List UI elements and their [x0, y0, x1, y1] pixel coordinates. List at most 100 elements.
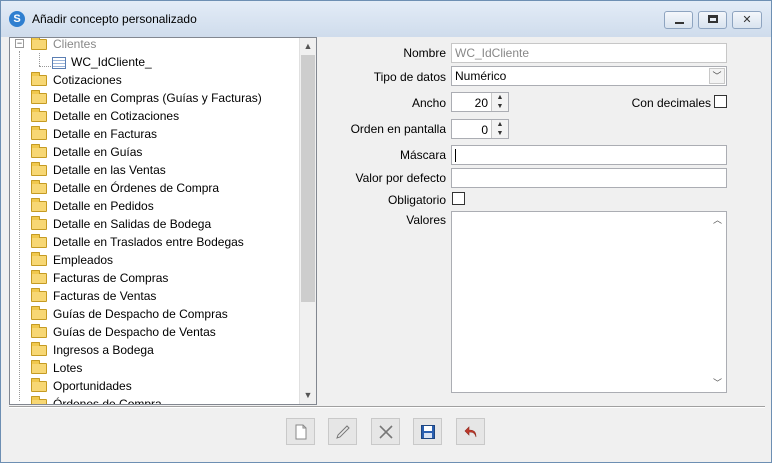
valor-defecto-field[interactable] — [451, 168, 727, 188]
entity-tree[interactable]: − Clientes WC_IdCliente_ Cotizaciones De… — [9, 37, 317, 405]
collapse-icon[interactable]: − — [15, 39, 24, 48]
folder-icon — [31, 180, 47, 194]
tree-item[interactable]: Detalle en Guías — [10, 143, 300, 161]
valores-textarea[interactable]: ︿ ﹀ — [451, 211, 727, 393]
tree-scrollbar[interactable]: ▲ ▼ — [299, 38, 316, 404]
minimize-button[interactable] — [664, 11, 693, 29]
title-bar[interactable]: S Añadir concepto personalizado ✕ — [1, 1, 771, 37]
minimize-icon — [675, 22, 684, 24]
new-icon — [295, 424, 307, 440]
tree-item[interactable]: Detalle en Órdenes de Compra — [10, 179, 300, 197]
tree-item[interactable]: Lotes — [10, 359, 300, 377]
tree-item[interactable]: Detalle en Salidas de Bodega — [10, 215, 300, 233]
tree-item-label: Facturas de Ventas — [53, 289, 157, 303]
tree-item-label: Detalle en Compras (Guías y Facturas) — [53, 91, 262, 105]
save-button[interactable] — [413, 418, 442, 445]
undo-button[interactable] — [456, 418, 485, 445]
tree-item-field[interactable]: WC_IdCliente_ — [10, 53, 300, 71]
tree-item[interactable]: Facturas de Ventas — [10, 287, 300, 305]
tree-item-clientes[interactable]: − Clientes — [10, 37, 300, 53]
maximize-icon — [708, 15, 718, 23]
tree-item[interactable]: Facturas de Compras — [10, 269, 300, 287]
tree-item[interactable]: Detalle en Compras (Guías y Facturas) — [10, 89, 300, 107]
tree-item[interactable]: Empleados — [10, 251, 300, 269]
tree-item-label: Oportunidades — [53, 379, 132, 393]
stepper-buttons: ▲ ▼ — [491, 120, 508, 138]
tree-item[interactable]: Oportunidades — [10, 377, 300, 395]
folder-icon — [31, 144, 47, 158]
folder-icon — [31, 38, 47, 50]
tree-item[interactable]: Ingresos a Bodega — [10, 341, 300, 359]
folder-icon — [31, 216, 47, 230]
mascara-label: Máscara — [399, 148, 446, 162]
folder-icon — [31, 324, 47, 338]
tree-item-label: Ingresos a Bodega — [53, 343, 154, 357]
tree-item-label: Órdenes de Compra — [53, 397, 162, 405]
folder-icon — [31, 306, 47, 320]
save-icon — [421, 425, 435, 439]
stepper-down-icon[interactable]: ▼ — [492, 129, 508, 138]
folder-icon — [31, 396, 47, 404]
tree-item-label: Cotizaciones — [53, 73, 122, 87]
folder-icon — [31, 108, 47, 122]
tree-item-label: Detalle en Órdenes de Compra — [53, 181, 220, 195]
tree-item-label: Detalle en Traslados entre Bodegas — [53, 235, 244, 249]
close-button[interactable]: ✕ — [732, 11, 762, 29]
tree-item-label: Detalle en Pedidos — [53, 199, 154, 213]
tree-item[interactable]: Guías de Despacho de Compras — [10, 305, 300, 323]
delete-button[interactable] — [371, 418, 400, 445]
dialog-window: S Añadir concepto personalizado ✕ − Clie… — [0, 0, 772, 463]
tree-item-label: Detalle en Guías — [53, 145, 143, 159]
tree-item[interactable]: Cotizaciones — [10, 71, 300, 89]
edit-icon — [336, 425, 350, 439]
stepper-down-icon[interactable]: ▼ — [492, 102, 508, 111]
nombre-field[interactable]: WC_IdCliente — [451, 43, 727, 63]
scroll-down-icon[interactable]: ▼ — [300, 387, 316, 404]
con-decimales-label: Con decimales — [631, 96, 711, 110]
scroll-up-icon[interactable]: ▲ — [300, 38, 316, 55]
folder-icon — [31, 126, 47, 140]
tree-item[interactable]: Guías de Despacho de Ventas — [10, 323, 300, 341]
scrollbar-thumb[interactable] — [301, 55, 315, 302]
tree-item[interactable]: Detalle en Facturas — [10, 125, 300, 143]
orden-pantalla-stepper[interactable]: 0 ▲ ▼ — [451, 119, 509, 139]
tree-item-label: Lotes — [53, 361, 83, 375]
folder-icon — [31, 270, 47, 284]
folder-icon — [31, 234, 47, 248]
mascara-field[interactable] — [451, 145, 727, 165]
new-button[interactable] — [286, 418, 315, 445]
folder-icon — [31, 378, 47, 392]
tree-item-label: Detalle en Facturas — [53, 127, 158, 141]
tree-item[interactable]: Detalle en Traslados entre Bodegas — [10, 233, 300, 251]
scroll-up-icon[interactable]: ︿ — [709, 212, 726, 229]
folder-icon — [31, 342, 47, 356]
maximize-button[interactable] — [698, 11, 727, 29]
folder-icon — [31, 162, 47, 176]
nombre-label: Nombre — [403, 46, 446, 60]
con-decimales-checkbox[interactable] — [714, 95, 727, 108]
close-icon: ✕ — [742, 14, 752, 26]
textarea-scrollbar[interactable]: ︿ ﹀ — [709, 212, 726, 392]
undo-icon — [464, 426, 477, 438]
chevron-down-icon[interactable]: ﹀ — [709, 68, 725, 84]
tree-item[interactable]: Detalle en Pedidos — [10, 197, 300, 215]
folder-icon — [31, 90, 47, 104]
tree-item[interactable]: Detalle en Cotizaciones — [10, 107, 300, 125]
valor-defecto-label: Valor por defecto — [355, 171, 447, 185]
ancho-value: 20 — [474, 96, 488, 110]
tree-item-label: WC_IdCliente_ — [71, 55, 152, 69]
scroll-down-icon[interactable]: ﹀ — [709, 375, 726, 392]
tree-item[interactable]: Órdenes de Compra — [10, 395, 300, 405]
tipo-datos-select[interactable]: Numérico ﹀ — [451, 66, 727, 86]
stepper-buttons: ▲ ▼ — [491, 93, 508, 111]
obligatorio-label: Obligatorio — [387, 193, 446, 207]
tree-item-label: Detalle en las Ventas — [53, 163, 166, 177]
tree-item[interactable]: Detalle en las Ventas — [10, 161, 300, 179]
table-field-icon — [52, 57, 66, 69]
tree-item-label: Empleados — [53, 253, 114, 267]
footer-separator — [9, 406, 765, 408]
ancho-stepper[interactable]: 20 ▲ ▼ — [451, 92, 509, 112]
tree-item-label: Clientes — [53, 37, 97, 51]
edit-button[interactable] — [328, 418, 357, 445]
obligatorio-checkbox[interactable] — [452, 192, 465, 205]
